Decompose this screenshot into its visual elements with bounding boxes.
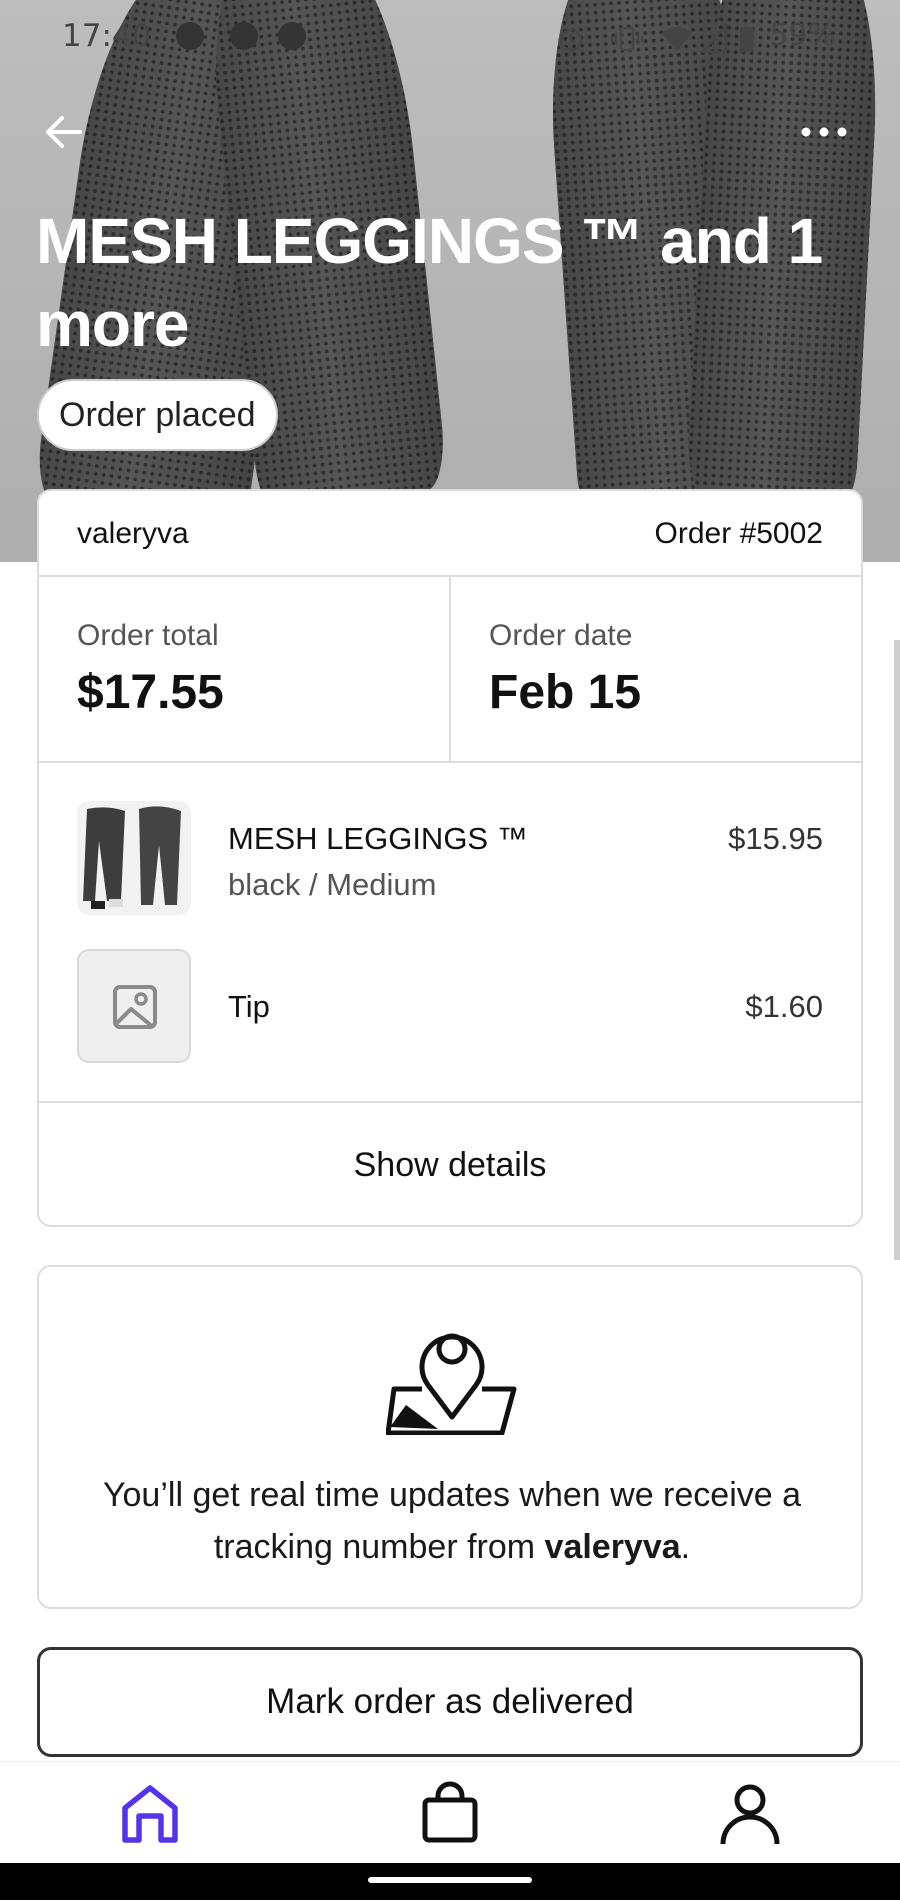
line-item-name: Tip xyxy=(228,989,270,1024)
map-pin-icon xyxy=(386,1333,517,1435)
line-item-price: $1.60 xyxy=(745,989,823,1024)
home-gesture-handle[interactable] xyxy=(368,1877,532,1883)
status-bar: 17:40 59% xyxy=(0,0,900,70)
show-details-button[interactable]: Show details xyxy=(39,1101,861,1227)
scrollbar[interactable] xyxy=(894,640,900,1260)
shop-name: valeryva xyxy=(77,517,189,550)
image-placeholder-icon xyxy=(77,949,191,1063)
wifi-icon xyxy=(662,27,692,51)
alarm-icon xyxy=(559,28,583,52)
bottom-nav xyxy=(0,1761,900,1863)
order-date: Order date Feb 15 xyxy=(451,577,863,761)
tracking-message: You’ll get real time updates when we rec… xyxy=(102,1476,802,1566)
vibrate-icon xyxy=(610,26,644,52)
product-thumbnail xyxy=(77,801,191,915)
status-time: 17:40 xyxy=(62,18,152,54)
battery-percent: 59% xyxy=(769,18,836,53)
order-header-row: valeryva Order #5002 xyxy=(39,491,861,577)
order-totals-row: Order total $17.55 Order date Feb 15 xyxy=(39,577,861,763)
profile-icon[interactable] xyxy=(717,1780,783,1846)
gesture-navigation-bar xyxy=(0,1863,900,1900)
shopping-bag-icon[interactable] xyxy=(417,1780,483,1846)
line-item-price: $15.95 xyxy=(728,821,823,856)
line-item[interactable]: MESH LEGGINGS ™ black / Medium $15.95 xyxy=(39,797,861,917)
order-total-label: Order total xyxy=(77,619,219,652)
line-item-name: MESH LEGGINGS ™ xyxy=(228,821,528,856)
tracking-shop-name: valeryva xyxy=(544,1528,681,1566)
line-item-variant: black / Medium xyxy=(228,867,437,902)
order-date-value: Feb 15 xyxy=(489,666,642,719)
order-total: Order total $17.55 xyxy=(39,577,451,761)
order-total-value: $17.55 xyxy=(77,666,224,719)
notification-icon xyxy=(176,22,204,50)
line-item[interactable]: Tip $1.60 xyxy=(39,949,861,1069)
order-date-label: Order date xyxy=(489,619,633,652)
notification-icon xyxy=(230,22,258,50)
order-number: Order #5002 xyxy=(654,517,823,550)
order-status-badge: Order placed xyxy=(37,379,278,451)
mark-delivered-button[interactable]: Mark order as delivered xyxy=(37,1647,863,1757)
notification-icon xyxy=(278,22,306,50)
signal-icon xyxy=(700,24,728,54)
tracking-info-card: You’ll get real time updates when we rec… xyxy=(37,1265,863,1609)
order-summary-card: valeryva Order #5002 Order total $17.55 … xyxy=(37,489,863,1227)
back-arrow-icon[interactable] xyxy=(40,108,88,156)
home-icon[interactable] xyxy=(117,1780,183,1846)
page-title: MESH LEGGINGS ™ and 1 more xyxy=(36,205,823,360)
battery-icon xyxy=(740,27,754,52)
more-options-icon[interactable] xyxy=(796,112,852,152)
